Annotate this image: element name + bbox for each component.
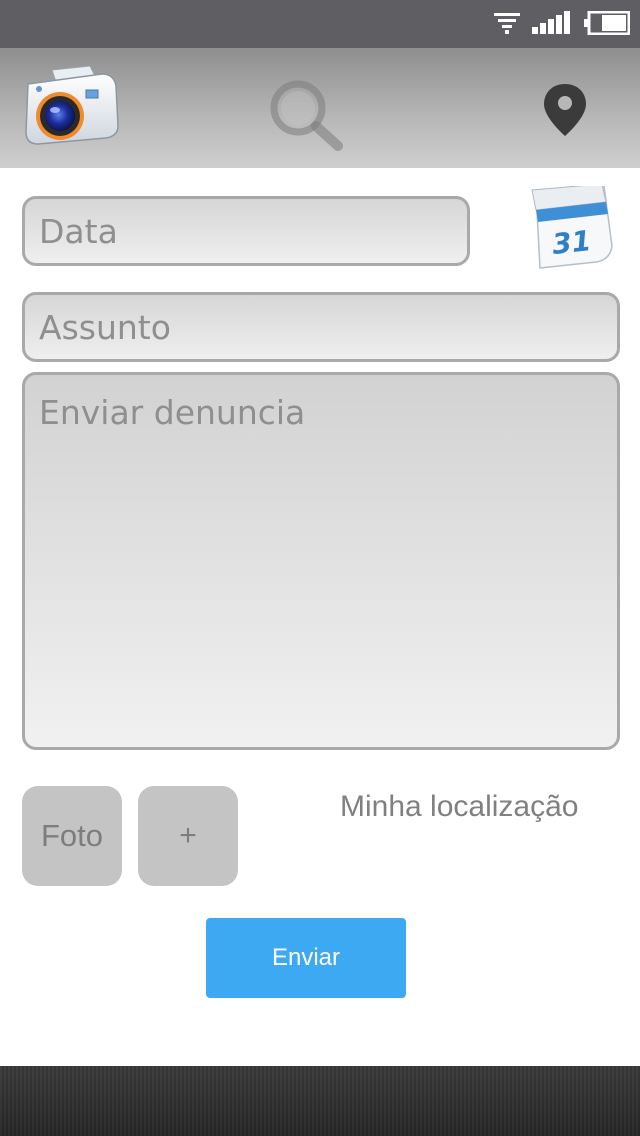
toolbar [0, 48, 640, 168]
app-screen: 31 Foto + Minha localização Enviar [0, 0, 640, 1136]
battery-icon [584, 11, 630, 35]
location-button[interactable] [540, 82, 590, 138]
camera-button[interactable] [22, 62, 122, 152]
signal-icon [532, 11, 570, 34]
search-icon [270, 80, 343, 151]
calendar-icon-label: 31 [551, 224, 593, 261]
date-field[interactable] [22, 196, 470, 266]
photo-button[interactable]: Foto [22, 786, 122, 886]
add-photo-button[interactable]: + [138, 786, 238, 886]
wifi-icon [494, 13, 520, 34]
bottom-bar [0, 1066, 640, 1136]
subject-field[interactable] [22, 292, 620, 362]
my-location-label[interactable]: Minha localização [340, 790, 578, 824]
status-bar [0, 0, 640, 48]
camera-icon [25, 65, 119, 145]
search-button[interactable] [266, 78, 348, 152]
report-textarea[interactable] [22, 372, 620, 750]
calendar-button[interactable]: 31 [526, 183, 616, 272]
location-pin-icon [544, 84, 586, 136]
send-button[interactable]: Enviar [206, 918, 406, 998]
calendar-icon: 31 [531, 183, 613, 269]
report-form: 31 Foto + Minha localização Enviar [0, 168, 640, 1066]
